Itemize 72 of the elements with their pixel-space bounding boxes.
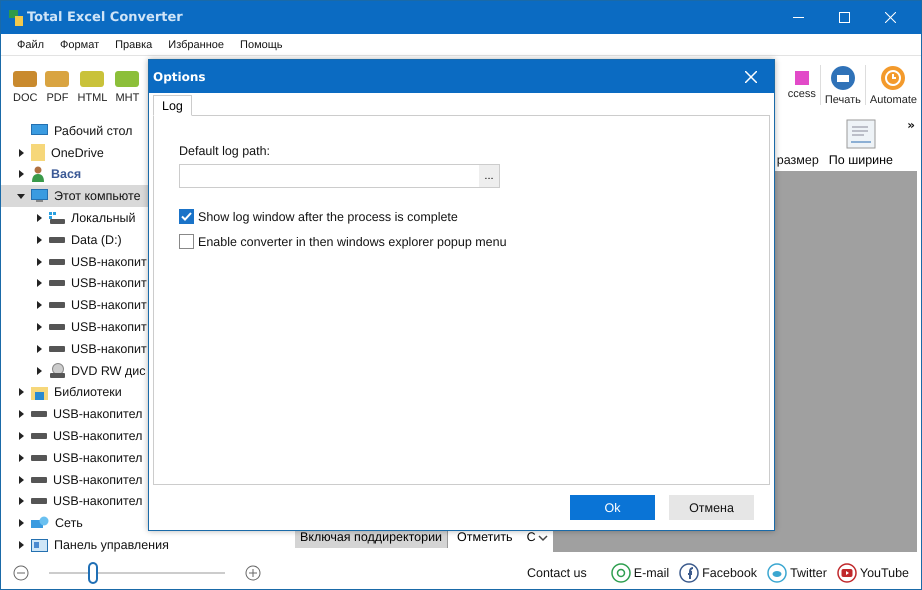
menu-item[interactable]: Формат	[52, 38, 108, 50]
tree-item[interactable]: USB-накопител	[1, 490, 148, 512]
input-field[interactable]: ...	[179, 164, 500, 188]
filter-tab[interactable]: С	[522, 526, 541, 548]
tree-item-label: Вася	[51, 167, 82, 182]
toolbar-button[interactable]: Automate	[868, 64, 919, 106]
contact-label: Contact us	[526, 566, 587, 580]
browse-button[interactable]: ...	[479, 165, 499, 187]
tree-item[interactable]: Data (D:)	[1, 228, 148, 251]
tree-item-label: USB-накопител	[53, 472, 142, 487]
tree-item-label: Рабочий стол	[54, 124, 132, 138]
tab[interactable]: Log	[153, 95, 192, 116]
tree-item-label: Этот компьюте	[54, 189, 141, 204]
cancel-button[interactable]: Отмена	[669, 495, 754, 520]
menu-item[interactable]: Файл	[9, 38, 52, 50]
toolbar-button[interactable]: Печать	[822, 64, 863, 106]
tree-item-label: USB-накопит	[71, 320, 147, 334]
tree-item-label: USB-накопител	[53, 407, 142, 422]
fit-width-button[interactable]: По ширине	[828, 119, 893, 167]
tree-item-label: OneDrive	[51, 146, 104, 160]
tree-item-label: Сеть	[55, 516, 83, 530]
tree-item-label: USB-накопит	[71, 276, 147, 290]
toolbar-button[interactable]: PDF	[41, 66, 74, 104]
tree-item[interactable]: Библиотеки	[1, 382, 148, 404]
tree-item-label: Локальный	[71, 211, 136, 226]
filter-tab[interactable]: Отметить	[452, 526, 518, 548]
menu-item[interactable]: Помощь	[232, 38, 291, 50]
toolbar-button[interactable]: HTML	[73, 66, 112, 104]
tree-item[interactable]: USB-накопит	[1, 250, 149, 273]
window-title: Total Excel Converter	[27, 10, 183, 25]
contact-link[interactable]: YouTube	[836, 562, 909, 582]
tree-item[interactable]: OneDrive	[1, 142, 148, 164]
tree-item[interactable]: DVD RW дис	[1, 360, 148, 382]
tree-item-label: USB-накопител	[53, 429, 142, 444]
tree-item[interactable]: Этот компьюте	[1, 185, 148, 208]
tree-item[interactable]: Рабочий стол	[1, 120, 148, 142]
ok-button[interactable]: Ok	[570, 495, 655, 520]
tree-item-label: Панель управления	[54, 538, 169, 552]
menu-item[interactable]: Избранное	[160, 38, 232, 50]
tree-item[interactable]: Сеть	[1, 512, 148, 534]
checkbox-label: Show log window after the process is complete	[198, 210, 458, 224]
more-button[interactable]: »	[907, 118, 915, 132]
toolbar-button[interactable]: ccess	[786, 70, 818, 100]
tree-item-label: USB-накопител	[53, 450, 142, 465]
tree-item[interactable]: Вася	[1, 164, 148, 186]
tree-item[interactable]: Локальный	[1, 207, 148, 229]
toolbar-label: размер	[776, 153, 819, 167]
toolbar-button[interactable]: MHT	[111, 66, 144, 104]
tree-item[interactable]: USB-накопит	[1, 316, 149, 338]
toolbar-button[interactable]: DOC	[9, 66, 42, 104]
tree-item[interactable]: USB-накопител	[1, 468, 148, 491]
dialog-title: Options	[153, 70, 206, 84]
tree-item[interactable]: USB-накопител	[1, 446, 148, 469]
tree-item-label: Data (D:)	[71, 232, 122, 247]
checkbox-label: Enable converter in then windows explorer popup menu	[198, 234, 507, 248]
tree-item-label: Библиотеки	[54, 385, 122, 400]
tree-item-label: USB-накопит	[71, 254, 147, 269]
tree-item[interactable]: USB-накопит	[1, 272, 149, 294]
tree-item[interactable]: USB-накопител	[1, 425, 148, 447]
tree-item-label: USB-накопител	[53, 494, 142, 508]
menu-item[interactable]: Правка	[107, 38, 160, 50]
tree-item[interactable]: USB-накопит	[1, 338, 149, 360]
contact-link[interactable]: Facebook	[679, 562, 758, 582]
tree-item-label: USB-накопит	[71, 298, 147, 312]
tree-item[interactable]: USB-накопител	[1, 403, 148, 426]
contact-link[interactable]: Twitter	[767, 562, 827, 582]
tree-item-label: USB-накопит	[71, 342, 147, 356]
tree-item-label: DVD RW дис	[71, 364, 146, 378]
contact-link[interactable]: E-mail	[610, 562, 670, 582]
field-label: Default log path:	[179, 144, 272, 158]
tree-item[interactable]: Панель управления	[1, 534, 171, 556]
tree-item[interactable]: USB-накопит	[1, 294, 149, 316]
